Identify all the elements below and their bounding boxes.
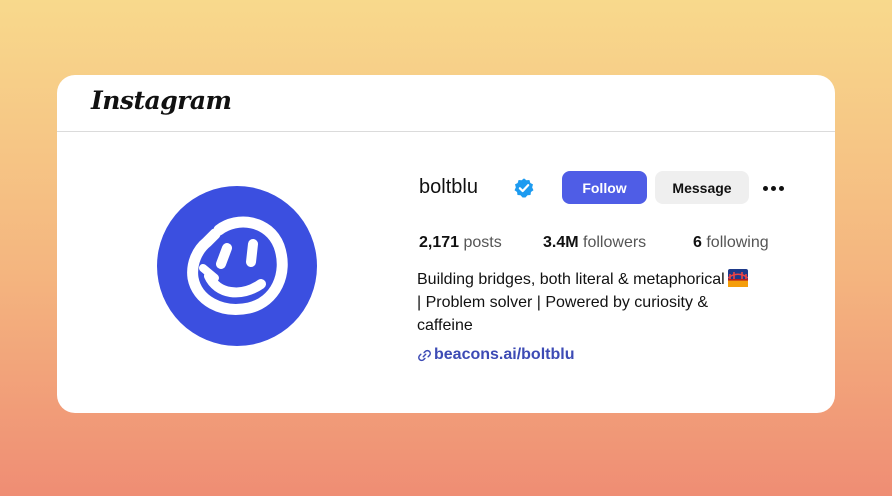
profile-link-text: beacons.ai/boltblu <box>434 346 575 363</box>
profile-avatar[interactable] <box>157 186 317 346</box>
message-button[interactable]: Message <box>655 171 749 204</box>
posts-count: 2,171 posts <box>419 234 502 252</box>
card-header: Instagram <box>57 75 835 132</box>
verified-badge-icon <box>514 178 534 198</box>
followers-count[interactable]: 3.4M followers <box>543 234 646 252</box>
following-count[interactable]: 6 following <box>693 234 769 252</box>
follow-button[interactable]: Follow <box>562 171 647 204</box>
following-label: following <box>706 234 769 251</box>
bridge-at-night-icon <box>727 269 748 287</box>
more-dot <box>770 185 776 191</box>
followers-label: followers <box>583 234 647 251</box>
profile-username: boltblu <box>419 176 478 198</box>
link-icon <box>418 349 431 361</box>
posts-label: posts <box>463 234 502 251</box>
bio-line-1: Building bridges, both literal & metapho… <box>417 268 787 291</box>
posts-value: 2,171 <box>419 234 460 251</box>
bio-line-3: caffeine <box>417 317 473 334</box>
more-options-icon[interactable] <box>759 176 787 200</box>
more-dot <box>778 185 784 191</box>
followers-value: 3.4M <box>543 234 579 251</box>
avatar-background <box>157 186 317 346</box>
bio-line-2: | Problem solver | Powered by curiosity … <box>417 294 709 311</box>
following-value: 6 <box>693 234 702 251</box>
more-dot <box>762 185 768 191</box>
profile-bio: Building bridges, both literal & metapho… <box>417 268 787 337</box>
instagram-logo[interactable]: Instagram <box>91 86 232 115</box>
profile-card: Instagram boltblu Follow Message 2,171 p… <box>57 75 835 413</box>
profile-link[interactable]: beacons.ai/boltblu <box>418 346 574 364</box>
bio-text-1: Building bridges, both literal & metapho… <box>417 271 725 288</box>
